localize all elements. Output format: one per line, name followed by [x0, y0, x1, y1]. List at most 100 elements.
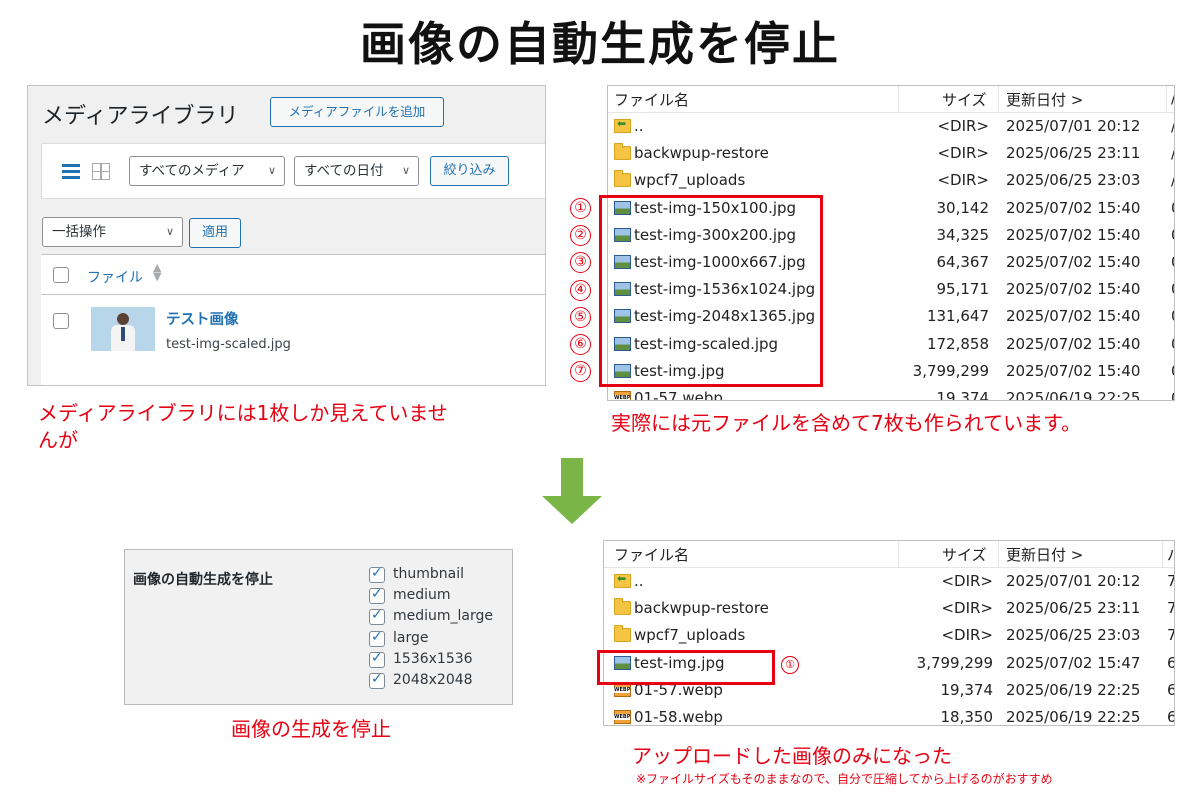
file-extra: 0 [1171, 307, 1174, 325]
file-size: <DIR> [937, 171, 989, 190]
caption-left-top-line1: メディアライブラリには1枚しか見えていませ [38, 401, 448, 425]
size-option-label: thumbnail [393, 566, 464, 582]
file-name: backwpup-restore [634, 599, 769, 618]
file-size: 3,799,299 [912, 361, 989, 380]
file-date: 2025/06/25 23:11 [1006, 144, 1141, 163]
caption-right-top: 実際には元ファイルを含めて7枚も作られています。 [611, 411, 1082, 435]
file-row[interactable]: 01-58.webp 18,350 2025/06/19 22:25 6 [604, 704, 1174, 725]
sort-icon[interactable]: ▲ ▼ [153, 262, 161, 282]
file-row[interactable]: .. <DIR> 2025/07/01 20:12 / [608, 113, 1174, 140]
filter-button[interactable]: 絞り込み [430, 156, 509, 186]
number-badge: ① [781, 656, 799, 674]
grid-view-icon[interactable] [92, 163, 110, 180]
bulk-action-select[interactable]: 一括操作 ∨ [42, 217, 183, 247]
media-library-panel: メディアライブラリ メディアファイルを追加 すべてのメディア ∨ すべての日付 … [27, 85, 546, 386]
file-size: <DIR> [941, 572, 993, 590]
settings-label: 画像の自動生成を停止 [133, 572, 273, 588]
media-library-title: メディアライブラリ [42, 104, 239, 129]
number-badge: ③ [570, 252, 591, 274]
size-option-label: medium [393, 587, 451, 604]
file-size: 64,367 [936, 253, 990, 271]
file-name: 01-57.webp [634, 389, 723, 401]
header-date[interactable]: 更新日付 > [1006, 89, 1083, 110]
file-date: 2025/07/02 15:40 [1006, 307, 1141, 326]
size-option-label: medium_large [393, 608, 494, 625]
bulk-action-value: 一括操作 [52, 224, 106, 240]
file-size: 34,325 [936, 225, 990, 244]
select-all-checkbox[interactable] [53, 267, 69, 283]
column-file-header[interactable]: ファイル [87, 267, 143, 287]
file-row[interactable]: backwpup-restore <DIR> 2025/06/25 23:11 / [608, 140, 1174, 167]
media-filter-bar: すべてのメディア ∨ すべての日付 ∨ 絞り込み [41, 143, 545, 199]
parent-folder-icon [614, 117, 631, 133]
date-select[interactable]: すべての日付 ∨ [294, 156, 419, 186]
file-row[interactable]: backwpup-restore <DIR> 2025/06/25 23:11 7 [604, 595, 1174, 622]
file-extra: / [1171, 117, 1174, 135]
webp-file-icon [614, 391, 631, 400]
file-date: 2025/06/25 23:03 [1006, 626, 1141, 645]
parent-folder-icon [614, 572, 631, 588]
header-name[interactable]: ファイル名 [614, 544, 689, 565]
media-thumbnail[interactable] [91, 307, 155, 351]
media-item-filename: test-img-scaled.jpg [166, 337, 291, 352]
header-extra[interactable]: パ [1167, 544, 1174, 565]
down-arrow-icon [561, 458, 583, 498]
file-size: 30,142 [936, 198, 990, 217]
size-option-label: large [393, 629, 429, 646]
checkbox[interactable] [369, 607, 385, 626]
folder-icon [614, 170, 631, 188]
checkbox[interactable] [369, 586, 385, 605]
number-badge: ⑥ [570, 334, 591, 355]
file-list-header: ファイル名 サイズ 更新日付 > / [608, 86, 1174, 113]
list-view-icon[interactable] [62, 164, 80, 179]
number-badge: ② [570, 225, 591, 247]
chevron-down-icon: ∨ [165, 225, 174, 238]
file-row[interactable]: wpcf7_uploads <DIR> 2025/06/25 23:03 7 [604, 622, 1174, 649]
file-extra: 6 [1167, 681, 1174, 699]
checkbox[interactable] [369, 671, 385, 689]
chevron-down-icon: ∨ [401, 164, 410, 177]
media-table-header: ファイル ▲ ▼ [41, 255, 545, 295]
number-badge: ① [570, 198, 591, 219]
file-size: 131,647 [926, 307, 989, 326]
header-name[interactable]: ファイル名 [614, 89, 689, 110]
caption-bottom-left: 画像の生成を停止 [231, 717, 391, 741]
file-row[interactable]: 01-57.webp 19,374 2025/06/19 22:25 0 [608, 385, 1174, 401]
file-date: 2025/07/02 15:40 [1006, 225, 1141, 244]
header-size[interactable]: サイズ [942, 89, 987, 110]
webp-file-icon [614, 710, 631, 724]
media-type-select[interactable]: すべてのメディア ∨ [129, 156, 285, 186]
folder-icon [614, 625, 631, 643]
file-size: 3,799,299 [916, 653, 993, 672]
number-badge: ④ [570, 279, 591, 301]
checkbox[interactable] [369, 565, 385, 583]
number-badge: ⑤ [570, 306, 591, 328]
file-date: 2025/07/01 20:12 [1006, 117, 1141, 135]
apply-button[interactable]: 適用 [189, 218, 241, 248]
folder-icon [614, 143, 631, 161]
caption-bottom-note: ※ファイルサイズもそのままなので、自分で圧縮してから上げるのがおすすめ [636, 772, 1053, 786]
header-extra[interactable]: / [1171, 89, 1174, 107]
caption-bottom-right: アップロードした画像のみになった [632, 744, 952, 768]
checkbox[interactable] [369, 650, 385, 668]
checkbox[interactable] [369, 629, 385, 647]
row-checkbox[interactable] [53, 313, 69, 329]
file-date: 2025/06/19 22:25 [1006, 389, 1141, 401]
file-extra: 6 [1167, 708, 1174, 725]
caption-left-top-line2: んが [38, 428, 78, 452]
add-media-button[interactable]: メディアファイルを追加 [270, 97, 444, 127]
file-row[interactable]: .. <DIR> 2025/07/01 20:12 7 [604, 568, 1174, 595]
file-date: 2025/07/01 20:12 [1006, 572, 1141, 590]
down-arrow-head-icon [542, 496, 602, 524]
header-size[interactable]: サイズ [942, 544, 987, 565]
file-row[interactable]: wpcf7_uploads <DIR> 2025/06/25 23:03 / [608, 167, 1174, 194]
file-date: 2025/07/02 15:47 [1006, 653, 1141, 672]
file-extra: 0 [1171, 226, 1174, 244]
media-item-title[interactable]: テスト画像 [166, 308, 239, 329]
header-date[interactable]: 更新日付 > [1006, 544, 1083, 565]
file-extra: 0 [1171, 335, 1174, 353]
folder-icon [614, 598, 631, 616]
file-extra: 0 [1171, 280, 1174, 298]
caption-left-top: メディアライブラリには1枚しか見えていませ んが [38, 400, 448, 454]
file-size: 172,858 [926, 334, 989, 353]
